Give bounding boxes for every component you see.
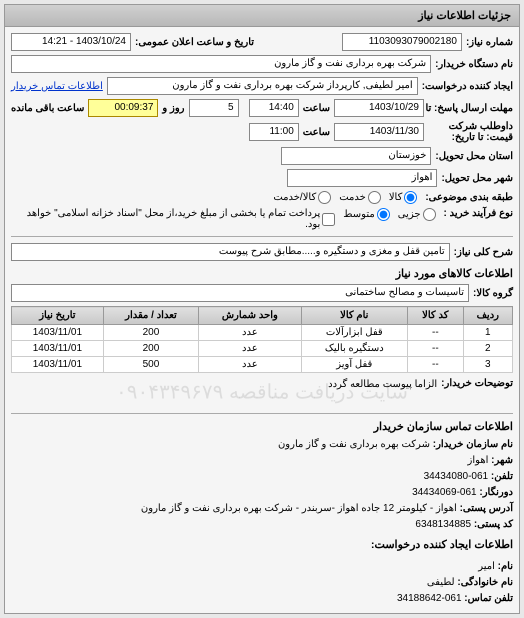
contact-link[interactable]: اطلاعات تماس خریدار (11, 81, 103, 92)
days-field[interactable]: 5 (189, 99, 239, 117)
valid-label: داوطلب شرکت قیمت: تا تاریخ: (428, 121, 513, 143)
table-row[interactable]: 3--قفل آویزعدد5001403/11/01 (12, 357, 513, 373)
process-medium-text: متوسط (343, 209, 374, 220)
table-cell: عدد (199, 357, 301, 373)
valid-time-field[interactable]: 11:00 (249, 123, 299, 141)
c-city-label: شهر: (491, 455, 513, 466)
c-tel-label: تلفن: (491, 471, 513, 482)
org-name-field[interactable]: شرکت بهره برداری نفت و گاز مارون (11, 55, 431, 73)
valid-date-field[interactable]: 1403/11/30 (334, 123, 424, 141)
details-panel: جزئیات اطلاعات نیاز شماره نیاز: 11030930… (4, 4, 520, 614)
process-partial-text: جزیی (398, 209, 421, 220)
table-cell: 1403/11/01 (12, 325, 104, 341)
items-table: ردیف کد کالا نام کالا واحد شمارش تعداد /… (11, 306, 513, 373)
process-note-check[interactable]: پرداخت تمام یا بخشی از مبلغ خرید،از محل … (11, 208, 335, 230)
c-fax: 061-34434069 (412, 487, 477, 498)
remain-field[interactable]: 00:09:37 (88, 99, 158, 117)
deadline-time-label: ساعت (303, 103, 330, 114)
table-cell: -- (408, 357, 464, 373)
table-cell: 500 (103, 357, 198, 373)
contact-section-title: اطلاعات تماس سازمان خریدار (11, 420, 513, 433)
class-service-text: خدمت (339, 192, 366, 203)
c-name-label: نام: (498, 561, 513, 572)
table-cell: قفل ابزارآلات (301, 325, 408, 341)
buyer-desc-text: الزاما پیوست مطالعه گردد (328, 379, 437, 390)
c-addr: اهواز - کیلومتر 12 جاده اهواز -سربندر - … (141, 503, 457, 514)
main-desc-label: شرح کلی نیاز: (454, 247, 513, 258)
col-row[interactable]: ردیف (463, 307, 512, 325)
class-both-text: کالا/خدمت (273, 192, 316, 203)
class-label: طبقه بندی موضوعی: (425, 192, 513, 203)
col-unit[interactable]: واحد شمارش (199, 307, 301, 325)
process-label: نوع فرآیند خرید : (444, 208, 513, 219)
group-field[interactable]: تاسیسات و مصالح ساختمانی (11, 284, 469, 302)
c-lname: لطیفی (427, 577, 455, 588)
c-city: اهواز (468, 455, 489, 466)
table-cell: -- (408, 325, 464, 341)
class-both-radio[interactable]: کالا/خدمت (273, 191, 331, 204)
goods-section-title: اطلاعات کالاهای مورد نیاز (11, 267, 513, 280)
c-addr-label: آدرس پستی: (460, 503, 513, 514)
table-cell: 2 (463, 341, 512, 357)
remain-label: ساعت باقی مانده (11, 103, 84, 114)
process-medium-radio[interactable]: متوسط (343, 208, 389, 221)
table-cell: 3 (463, 357, 512, 373)
group-label: گروه کالا: (473, 288, 513, 299)
table-cell: عدد (199, 341, 301, 357)
org-name-label: نام دستگاه خریدار: (435, 59, 513, 70)
table-cell: عدد (199, 325, 301, 341)
col-name[interactable]: نام کالا (301, 307, 408, 325)
req-no-field[interactable]: 1103093079002180 (342, 33, 462, 51)
city-field[interactable]: اهواز (287, 169, 437, 187)
valid-time-label: ساعت (303, 127, 330, 138)
c-post: 6348134885 (415, 519, 471, 530)
process-partial-radio[interactable]: جزیی (398, 208, 436, 221)
table-row[interactable]: 1--قفل ابزارآلاتعدد2001403/11/01 (12, 325, 513, 341)
class-goods-text: کالا (389, 192, 403, 203)
deadline-date-field[interactable]: 1403/10/29 (334, 99, 424, 117)
c-post-label: کد پستی: (474, 519, 513, 530)
city-label: شهر محل تحویل: (441, 173, 513, 184)
table-cell: 1403/11/01 (12, 357, 104, 373)
announce-field[interactable]: 1403/10/24 - 14:21 (11, 33, 131, 51)
table-cell: 1 (463, 325, 512, 341)
req-no-label: شماره نیاز: (466, 37, 513, 48)
panel-title: جزئیات اطلاعات نیاز (5, 5, 519, 27)
table-cell: 200 (103, 325, 198, 341)
c-name: امیر (478, 561, 495, 572)
c-phone: 061-34188642 (397, 593, 462, 604)
announce-label: تاریخ و ساعت اعلان عمومی: (135, 37, 254, 48)
contact-block: نام سازمان خریدار: شرکت بهره برداری نفت … (11, 437, 513, 607)
c-fax-label: دورنگار: (479, 487, 513, 498)
main-desc-field[interactable]: تامين قفل و مغزی و دستگیره و.....مطابق ش… (11, 243, 450, 261)
table-cell: 1403/11/01 (12, 341, 104, 357)
c-phone-label: تلفن تماس: (464, 593, 513, 604)
creator-section-title: اطلاعات ایجاد کننده درخواست: (11, 537, 513, 555)
deadline-time-field[interactable]: 14:40 (249, 99, 299, 117)
form-body: شماره نیاز: 1103093079002180 تاریخ و ساع… (5, 27, 519, 613)
c-lname-label: نام خانوادگی: (457, 577, 513, 588)
province-field[interactable]: خوزستان (281, 147, 431, 165)
days-label: روز و (162, 103, 184, 114)
table-cell: 200 (103, 341, 198, 357)
class-service-radio[interactable]: خدمت (339, 191, 381, 204)
col-code[interactable]: کد کالا (408, 307, 464, 325)
province-label: استان محل تحویل: (435, 151, 513, 162)
deadline-label: مهلت ارسال پاسخ: تا (428, 103, 513, 114)
col-qty[interactable]: تعداد / مقدار (103, 307, 198, 325)
col-date[interactable]: تاریخ نیاز (12, 307, 104, 325)
c-tel: 061-34434080 (424, 471, 489, 482)
table-cell: قفل آویز (301, 357, 408, 373)
table-row[interactable]: 2--دستگیره بالیکعدد2001403/11/01 (12, 341, 513, 357)
class-goods-radio[interactable]: کالا (389, 191, 418, 204)
table-header-row: ردیف کد کالا نام کالا واحد شمارش تعداد /… (12, 307, 513, 325)
c-org: شرکت بهره برداری نفت و گاز مارون (278, 439, 430, 450)
buyer-desc-label: توضیحات خریدار: (441, 378, 513, 389)
c-org-label: نام سازمان خریدار: (433, 439, 513, 450)
requester-label: ایجاد کننده درخواست: (422, 81, 513, 92)
table-cell: -- (408, 341, 464, 357)
requester-field[interactable]: امیر لطیفی, کارپرداز شرکت بهره برداری نف… (107, 77, 418, 95)
process-note-text: پرداخت تمام یا بخشی از مبلغ خرید،از محل … (11, 208, 320, 230)
table-cell: دستگیره بالیک (301, 341, 408, 357)
